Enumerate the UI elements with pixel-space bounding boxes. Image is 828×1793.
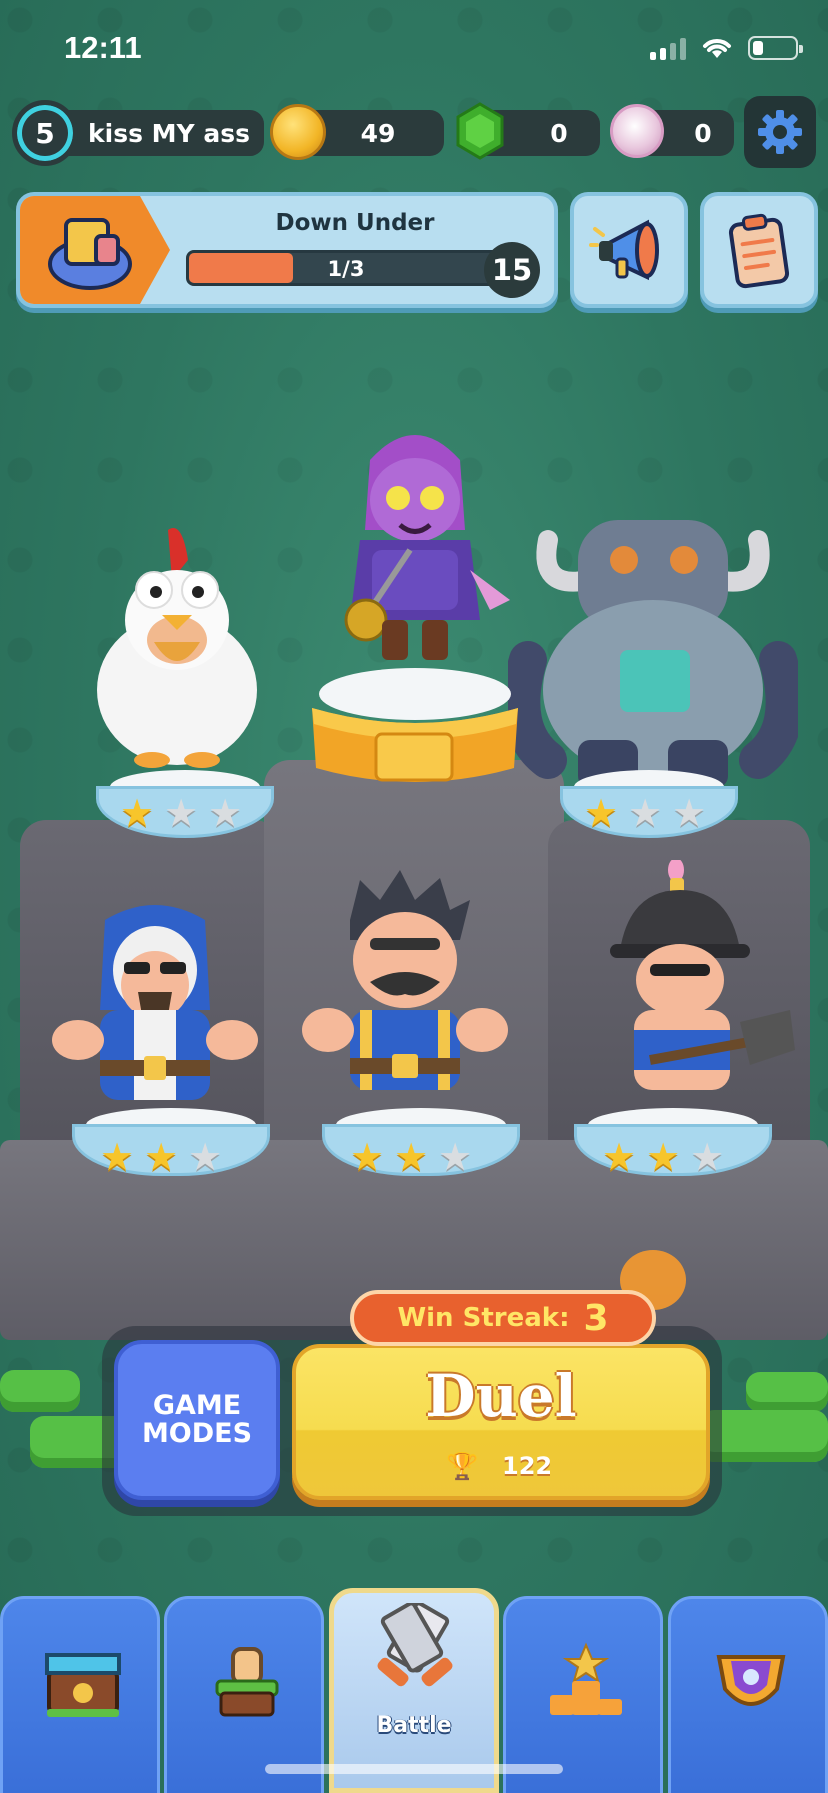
star-icon: ★	[602, 1135, 637, 1179]
clipboard-icon	[728, 213, 790, 289]
win-streak-badge: Win Streak: 3	[350, 1290, 656, 1346]
coins-count: 49	[360, 118, 396, 148]
star-icon: ★	[646, 1135, 681, 1179]
gear-icon	[758, 110, 802, 154]
coin-icon	[270, 104, 326, 160]
player-name: kiss MY ass	[88, 118, 250, 148]
miner-character[interactable]	[590, 860, 800, 1110]
star-icon: ★	[584, 791, 619, 835]
grass-left	[0, 1370, 80, 1412]
tower-icon	[215, 1647, 279, 1717]
map-icon	[48, 218, 132, 290]
chicken-pedestal: ★ ★ ★	[96, 770, 274, 840]
nav-tab-battle[interactable]: Battle	[329, 1588, 499, 1793]
barbarian-character[interactable]	[300, 870, 510, 1110]
nav-tab-shop[interactable]	[0, 1596, 160, 1793]
status-icons	[650, 36, 803, 60]
gems-count: 0	[550, 118, 568, 148]
quest-card[interactable]: Down Under 1/3 15	[16, 192, 558, 308]
chicken-character[interactable]	[82, 520, 272, 780]
giant-character[interactable]	[508, 510, 798, 790]
gem-icon	[456, 102, 504, 160]
tokens-count: 0	[694, 118, 712, 148]
star-icon: ★	[672, 791, 707, 835]
duel-button[interactable]: Duel 🏆 122	[292, 1344, 710, 1500]
shop-icon	[45, 1653, 121, 1717]
quest-progress-bar: 1/3	[186, 250, 506, 286]
star-icon: ★	[350, 1135, 385, 1179]
home-indicator	[265, 1764, 563, 1774]
cellular-signal-icon	[650, 36, 686, 60]
nav-tab-clan[interactable]	[668, 1596, 828, 1793]
star-icon: ★	[690, 1135, 725, 1179]
bottom-nav: Battle	[0, 1588, 828, 1793]
star-icon: ★	[188, 1135, 223, 1179]
quest-progress-text: 1/3	[327, 257, 365, 281]
settings-button[interactable]	[744, 96, 816, 168]
miner-stars: ★ ★ ★	[602, 1138, 724, 1176]
status-time: 12:11	[64, 30, 142, 65]
battery-icon	[748, 36, 803, 60]
tasks-button[interactable]	[700, 192, 818, 308]
player-name-pill[interactable]: kiss MY ass	[54, 110, 264, 156]
giant-stars: ★ ★ ★	[584, 794, 706, 832]
barbarian-pedestal: ★ ★ ★	[322, 1108, 522, 1178]
clan-shield-icon	[716, 1655, 786, 1706]
witch-gold-pedestal	[312, 668, 518, 782]
quest-title: Down Under	[275, 210, 435, 236]
crossed-swords-icon	[377, 1603, 453, 1687]
win-streak-value: 3	[583, 1297, 609, 1339]
barbarian-stars: ★ ★ ★	[350, 1138, 472, 1176]
trophy-icon: 🏆	[446, 1452, 479, 1482]
player-level: 5	[35, 116, 55, 150]
token-icon	[610, 104, 664, 158]
wizard-pedestal: ★ ★ ★	[72, 1108, 272, 1178]
star-icon: ★	[100, 1135, 135, 1179]
podium-icon	[550, 1642, 622, 1715]
giant-pedestal: ★ ★ ★	[560, 770, 738, 840]
miner-pedestal: ★ ★ ★	[574, 1108, 774, 1178]
star-icon: ★	[438, 1135, 473, 1179]
chicken-stars: ★ ★ ★	[120, 794, 242, 832]
star-icon: ★	[164, 791, 199, 835]
star-icon: ★	[144, 1135, 179, 1179]
game-modes-label: GAME MODES	[141, 1389, 253, 1449]
megaphone-icon	[589, 219, 659, 281]
win-streak-label: Win Streak:	[397, 1303, 570, 1333]
duel-label: Duel	[425, 1362, 577, 1430]
announcements-button[interactable]	[570, 192, 688, 308]
trophy-count: 122	[502, 1452, 553, 1480]
wizard-character[interactable]	[50, 900, 260, 1120]
player-level-badge[interactable]: 5	[12, 100, 78, 166]
game-modes-button[interactable]: GAME MODES	[114, 1340, 280, 1500]
quest-reward-badge: 15	[484, 242, 540, 298]
star-icon: ★	[394, 1135, 429, 1179]
grass-right	[746, 1372, 828, 1412]
star-icon: ★	[628, 791, 663, 835]
wifi-icon	[703, 39, 731, 58]
wizard-stars: ★ ★ ★	[100, 1138, 222, 1176]
witch-character[interactable]	[300, 420, 530, 670]
star-icon: ★	[208, 791, 243, 835]
nav-label-battle: Battle	[376, 1713, 452, 1738]
star-icon: ★	[120, 791, 155, 835]
